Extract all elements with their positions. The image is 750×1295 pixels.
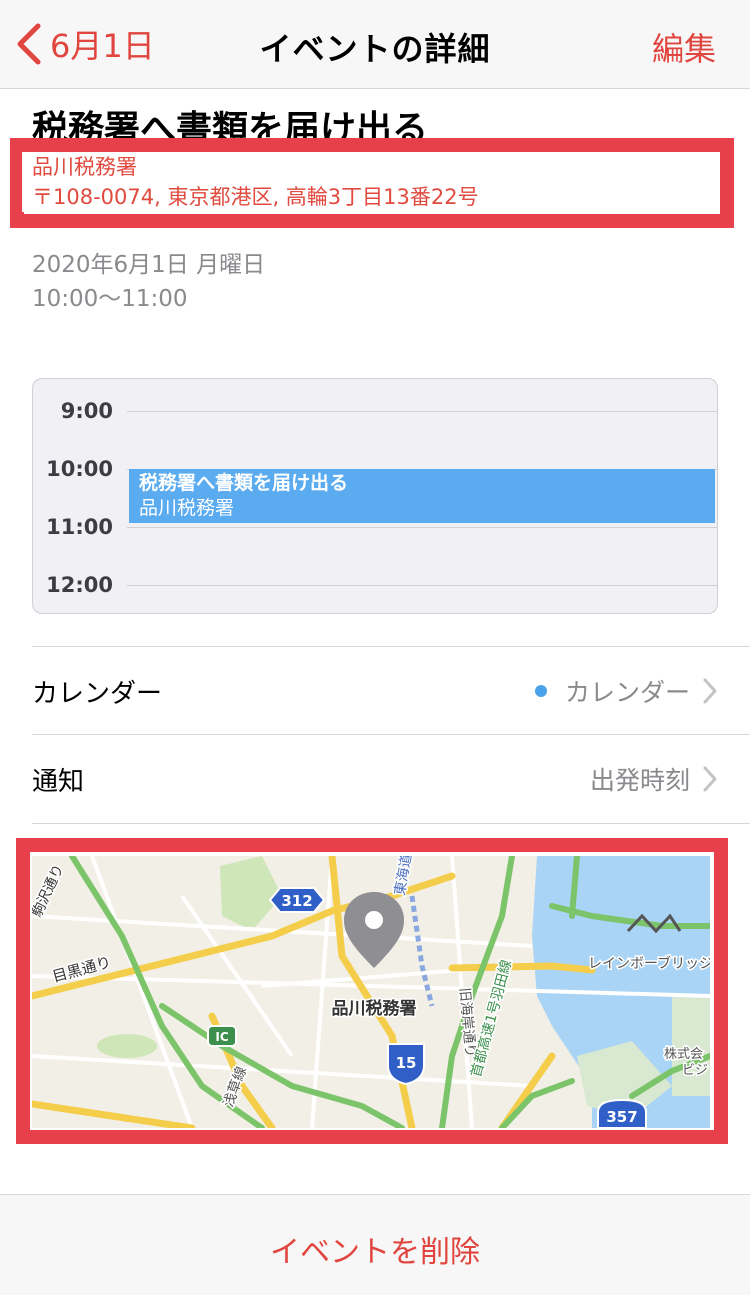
calendar-value: カレンダー — [534, 647, 690, 735]
event-time: 10:00〜11:00 — [32, 286, 188, 312]
chevron-right-icon — [703, 678, 717, 704]
hour-label: 12:00 — [46, 573, 113, 597]
location-address: 〒108-0074, 東京都港区, 高輪3丁目13番22号 — [32, 185, 479, 209]
hour-label: 11:00 — [46, 515, 113, 539]
location-map[interactable]: 品川税務署 312 15 357 IC 目黒通り 駒沢通り 東海道本 旧海岸通り… — [32, 856, 710, 1128]
event-location[interactable]: 品川税務署 〒108-0074, 東京都港区, 高輪3丁目13番22号 — [22, 152, 716, 212]
alert-value: 出発時刻 — [590, 735, 690, 823]
event-date: 2020年6月1日 月曜日 — [32, 252, 266, 278]
interchange-label: IC — [215, 1030, 228, 1044]
day-view-preview[interactable]: 9:00 10:00 11:00 12:00 税務署へ書類を届け出る 品川税務署 — [32, 378, 718, 614]
calendar-row[interactable]: カレンダー カレンダー — [32, 646, 750, 735]
hour-label: 9:00 — [60, 399, 113, 423]
calendar-value-text: カレンダー — [564, 678, 690, 707]
event-block-location: 品川税務署 — [139, 497, 235, 519]
alert-value-text: 出発時刻 — [589, 766, 690, 795]
event-datetime: 2020年6月1日 月曜日 10:00〜11:00 — [32, 248, 265, 316]
alert-row[interactable]: 通知 出発時刻 — [32, 734, 750, 824]
event-block-title: 税務署へ書類を届け出る — [139, 472, 349, 494]
alert-label: 通知 — [32, 766, 85, 797]
chevron-right-icon — [703, 766, 717, 792]
bottom-toolbar: イベントを削除 — [0, 1194, 750, 1295]
map-pin-label: 品川税務署 — [332, 998, 417, 1019]
calendar-color-dot — [534, 685, 547, 697]
hour-label: 10:00 — [46, 457, 113, 481]
location-name: 品川税務署 — [32, 155, 137, 179]
map-graphic: 品川税務署 312 15 357 IC 目黒通り 駒沢通り 東海道本 旧海岸通り… — [32, 856, 710, 1128]
calendar-label: カレンダー — [32, 678, 163, 709]
route-shield-357: 357 — [606, 1108, 637, 1126]
hour-line — [127, 411, 717, 412]
map-label-bldg: ビジ — [682, 1063, 708, 1078]
map-label-rainbow-bridge: レインボーブリッジ — [588, 955, 710, 972]
route-shield-15: 15 — [396, 1054, 417, 1072]
hour-line — [127, 585, 717, 586]
edit-button[interactable]: 編集 — [652, 24, 716, 70]
route-shield-312: 312 — [281, 892, 312, 910]
map-label-company: 株式会 — [664, 1047, 703, 1062]
hour-line — [127, 527, 717, 528]
event-block[interactable]: 税務署へ書類を届け出る 品川税務署 — [129, 469, 715, 523]
navigation-bar: 6月1日 イベントの詳細 編集 — [0, 0, 750, 89]
delete-event-button[interactable]: イベントを削除 — [0, 1227, 750, 1271]
page-title: イベントの詳細 — [259, 30, 491, 68]
